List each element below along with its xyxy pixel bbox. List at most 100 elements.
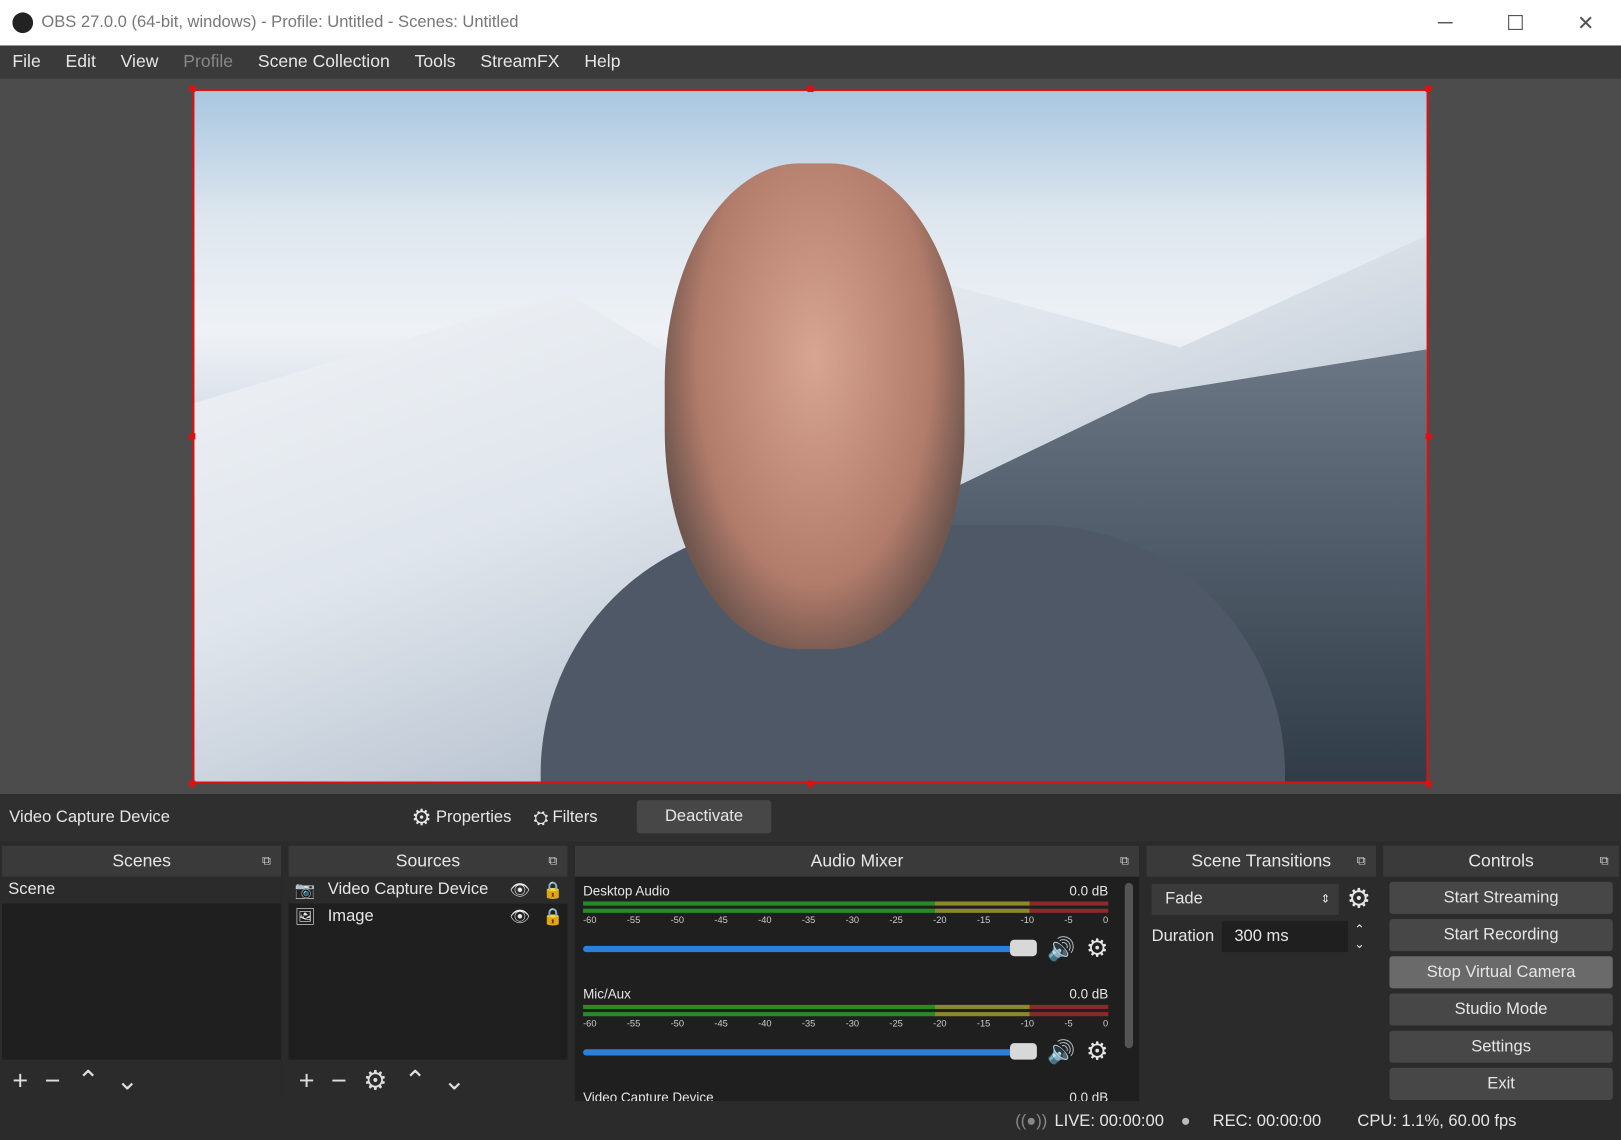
studio-mode-button[interactable]: Studio Mode: [1389, 993, 1613, 1026]
live-status: LIVE: 00:00:00: [1054, 1111, 1164, 1130]
gear-icon[interactable]: ⚙: [1347, 883, 1371, 915]
image-icon: 🖼: [294, 908, 316, 927]
minimize-button[interactable]: ─: [1410, 0, 1480, 45]
tick-label: -60: [583, 1018, 597, 1029]
resize-handle[interactable]: [1425, 780, 1432, 787]
tick-label: -15: [976, 1018, 991, 1029]
gear-icon[interactable]: ⚙: [1086, 1037, 1108, 1067]
scene-transitions-dock: Scene Transitions ⧉ Fade ⇕ ⚙ Duration 300 …: [1146, 845, 1376, 1101]
volume-knob[interactable]: [1010, 939, 1037, 956]
menu-view[interactable]: View: [108, 52, 171, 73]
tick-label: -40: [758, 1018, 772, 1029]
meter-ticks: -60 -55 -50 -45 -40 -35 -30 -25 -20 -15 -10 -5 0: [583, 915, 1108, 925]
properties-button[interactable]: ⚙ Properties: [411, 804, 511, 831]
tick-label: -5: [1064, 914, 1073, 926]
resize-handle[interactable]: [189, 85, 196, 93]
gear-icon[interactable]: ⚙: [1086, 934, 1108, 964]
scene-transitions-title: Scene Transitions: [1191, 850, 1332, 871]
person-head: [664, 163, 965, 650]
menu-file[interactable]: File: [0, 52, 53, 73]
resize-handle[interactable]: [807, 780, 814, 787]
menu-help[interactable]: Help: [572, 52, 633, 73]
undock-icon[interactable]: ⧉: [1357, 853, 1366, 869]
level-meter: [583, 901, 1109, 906]
remove-icon[interactable]: −: [331, 1064, 347, 1096]
scene-item[interactable]: Scene: [2, 876, 282, 904]
add-icon[interactable]: +: [12, 1064, 28, 1096]
cpu-status: CPU: 1.1%, 60.00 fps: [1357, 1111, 1517, 1130]
resize-handle[interactable]: [807, 85, 814, 93]
exit-button[interactable]: Exit: [1389, 1067, 1613, 1100]
channel-name: Desktop Audio: [583, 882, 670, 899]
scrollbar[interactable]: [1124, 882, 1134, 1049]
menu-profile[interactable]: Profile: [171, 52, 246, 73]
maximize-button[interactable]: ☐: [1480, 0, 1550, 45]
move-up-icon[interactable]: ⌃: [404, 1064, 427, 1096]
preview-area[interactable]: [0, 78, 1621, 794]
menu-bar: File Edit View Profile Scene Collection …: [0, 45, 1621, 79]
resize-handle[interactable]: [189, 433, 196, 440]
duration-label: Duration: [1151, 927, 1215, 945]
source-item[interactable]: 📷 Video Capture Device 👁 🔒: [288, 876, 568, 904]
tick-label: -25: [889, 1018, 903, 1029]
resize-handle[interactable]: [189, 780, 196, 787]
gear-icon[interactable]: ⚙: [363, 1064, 387, 1096]
menu-tools[interactable]: Tools: [402, 52, 468, 73]
speaker-icon[interactable]: 🔊: [1047, 935, 1075, 962]
menu-streamfx[interactable]: StreamFX: [468, 52, 572, 73]
undock-icon[interactable]: ⧉: [548, 853, 557, 869]
channel-db: 0.0 dB: [1069, 1089, 1109, 1101]
source-item[interactable]: 🖼 Image 👁 🔒: [288, 904, 567, 931]
menu-scene-collection[interactable]: Scene Collection: [245, 52, 402, 73]
deactivate-button[interactable]: Deactivate: [636, 800, 772, 834]
resize-handle[interactable]: [1425, 85, 1432, 93]
stepper-icon[interactable]: ⌃ ⌄: [1348, 922, 1371, 951]
volume-slider[interactable]: [583, 1042, 1037, 1060]
channel-db: 0.0 dB: [1069, 882, 1109, 899]
tick-label: -25: [889, 914, 903, 926]
speaker-icon[interactable]: 🔊: [1047, 1038, 1075, 1065]
start-streaming-button[interactable]: Start Streaming: [1389, 881, 1613, 914]
properties-label: Properties: [435, 808, 512, 827]
sources-title: Sources: [395, 850, 461, 871]
settings-button[interactable]: Settings: [1389, 1030, 1613, 1063]
preview-canvas[interactable]: [192, 88, 1429, 784]
lock-icon[interactable]: 🔒: [543, 880, 568, 901]
tick-label: -60: [583, 914, 597, 926]
record-dot-icon: ●: [1180, 1111, 1191, 1130]
remove-icon[interactable]: −: [45, 1064, 61, 1096]
obs-logo-icon: [12, 12, 34, 34]
start-recording-button[interactable]: Start Recording: [1389, 919, 1613, 952]
channel-db: 0.0 dB: [1069, 986, 1109, 1002]
eye-icon[interactable]: 👁: [510, 880, 543, 901]
controls-title: Controls: [1468, 850, 1534, 871]
gear-icon: ⚙: [411, 804, 432, 831]
chevron-updown-icon: ⇕: [1320, 893, 1331, 906]
undock-icon[interactable]: ⧉: [262, 853, 271, 869]
move-down-icon[interactable]: ⌄: [443, 1064, 466, 1096]
stop-virtual-camera-button[interactable]: Stop Virtual Camera: [1389, 956, 1613, 989]
volume-knob[interactable]: [1010, 1042, 1037, 1060]
audio-mixer-dock: Audio Mixer ⧉ Desktop Audio 0.0 dB -60 -55 -…: [574, 845, 1140, 1101]
move-down-icon[interactable]: ⌄: [116, 1064, 139, 1096]
close-button[interactable]: ✕: [1551, 0, 1621, 45]
lock-icon[interactable]: 🔒: [543, 907, 568, 928]
menu-edit[interactable]: Edit: [53, 52, 108, 73]
transition-select[interactable]: Fade ⇕: [1151, 883, 1339, 915]
add-icon[interactable]: +: [299, 1064, 315, 1096]
volume-slider[interactable]: [583, 939, 1037, 956]
undock-icon[interactable]: ⧉: [1120, 853, 1129, 869]
tick-label: -30: [845, 1018, 860, 1029]
rec-status: REC: 00:00:00: [1212, 1111, 1322, 1130]
move-up-icon[interactable]: ⌃: [77, 1064, 100, 1096]
duration-input[interactable]: 300 ms: [1221, 921, 1349, 953]
level-meter: [583, 908, 1109, 913]
mixer-channel: Video Capture Device0.0 dB -60-55-50-45-…: [575, 1090, 1117, 1101]
status-bar: ((●)) LIVE: 00:00:00 ● REC: 00:00:00 CPU…: [0, 1102, 1621, 1140]
tick-label: -50: [670, 1018, 685, 1029]
filters-button[interactable]: ⛭ Filters: [533, 807, 597, 829]
eye-icon[interactable]: 👁: [510, 907, 543, 928]
resize-handle[interactable]: [1425, 433, 1432, 440]
undock-icon[interactable]: ⧉: [1600, 853, 1609, 869]
broadcast-icon: ((●)): [1015, 1111, 1048, 1130]
